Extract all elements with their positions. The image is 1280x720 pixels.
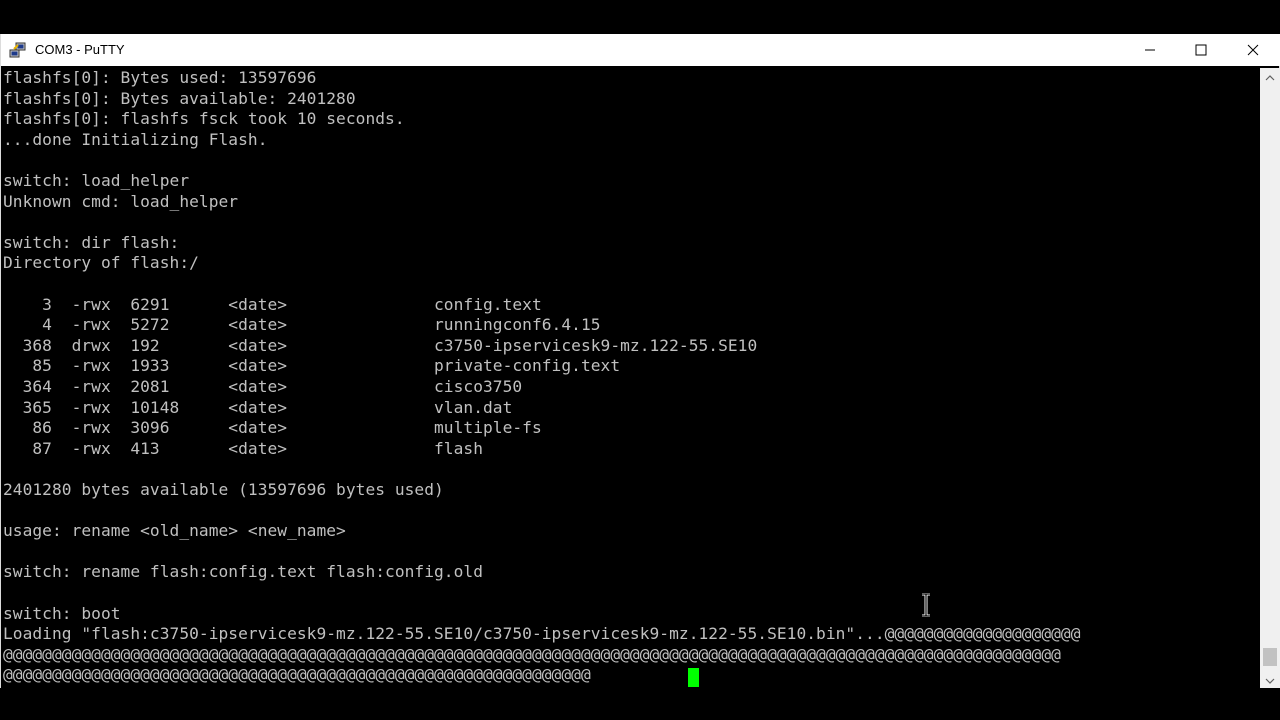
terminal-line: flashfs[0]: flashfs fsck took 10 seconds… — [3, 109, 405, 129]
title-bar[interactable]: COM3 - PuTTY — [1, 34, 1280, 66]
terminal-line: Directory of flash:/ — [3, 253, 199, 273]
terminal-line: Loading "flash:c3750-ipservicesk9-mz.122… — [3, 624, 1081, 644]
vertical-scrollbar[interactable] — [1260, 68, 1280, 688]
terminal-line: 3 -rwx 6291 <date> config.text — [3, 294, 542, 314]
terminal-cursor — [688, 668, 699, 687]
putty-window: COM3 - PuTTY flashfs[0]: Bytes used: 135… — [0, 34, 1280, 688]
terminal-line: 365 -rwx 10148 <date> vlan.dat — [3, 397, 513, 417]
close-icon — [1247, 41, 1259, 60]
screen-top-black-area — [0, 0, 1280, 34]
terminal-line: 368 drwx 192 <date> c3750-ipservicesk9-m… — [3, 335, 758, 355]
terminal-line: 86 -rwx 3096 <date> multiple-fs — [3, 418, 542, 438]
terminal-line: switch: load_helper — [3, 171, 190, 190]
minimize-icon — [1144, 41, 1156, 60]
maximize-button[interactable] — [1178, 34, 1224, 66]
terminal-output[interactable]: flashfs[0]: Bytes used: 13597696 flashfs… — [2, 68, 1259, 688]
terminal-line: Unknown cmd: load_helper — [3, 191, 239, 211]
terminal-line: @@@@@@@@@@@@@@@@@@@@@@@@@@@@@@@@@@@@@@@@… — [3, 644, 1061, 664]
text-ibeam-cursor-icon — [919, 592, 933, 618]
terminal-line: @@@@@@@@@@@@@@@@@@@@@@@@@@@@@@@@@@@@@@@@… — [3, 665, 591, 685]
terminal-line: ...done Initializing Flash. — [3, 129, 268, 149]
terminal-line: flashfs[0]: Bytes used: 13597696 — [3, 68, 317, 87]
scroll-thumb[interactable] — [1263, 648, 1277, 666]
scroll-up-button[interactable] — [1260, 68, 1280, 85]
minimize-button[interactable] — [1127, 34, 1173, 66]
terminal-line: 4 -rwx 5272 <date> runningconf6.4.15 — [3, 315, 601, 335]
terminal-line: switch: rename flash:config.text flash:c… — [3, 562, 483, 582]
terminal-line: 85 -rwx 1933 <date> private-config.text — [3, 356, 621, 376]
terminal-line: switch: boot — [3, 603, 121, 623]
window-title: COM3 - PuTTY — [35, 42, 125, 57]
putty-icon — [9, 41, 27, 59]
terminal-line: switch: dir flash: — [3, 232, 180, 252]
screen-bottom-black-area — [0, 688, 1280, 720]
terminal-line: 87 -rwx 413 <date> flash — [3, 438, 483, 458]
scroll-up-arrow-icon — [1265, 67, 1275, 86]
scroll-down-button[interactable] — [1260, 671, 1280, 688]
scroll-down-arrow-icon — [1265, 670, 1275, 689]
terminal-line: 2401280 bytes available (13597696 bytes … — [3, 480, 444, 499]
close-button[interactable] — [1230, 34, 1276, 66]
maximize-icon — [1195, 41, 1207, 60]
terminal-line: flashfs[0]: Bytes available: 2401280 — [3, 88, 356, 108]
terminal-line: 364 -rwx 2081 <date> cisco3750 — [3, 377, 523, 396]
terminal-line: usage: rename <old_name> <new_name> — [3, 521, 346, 541]
